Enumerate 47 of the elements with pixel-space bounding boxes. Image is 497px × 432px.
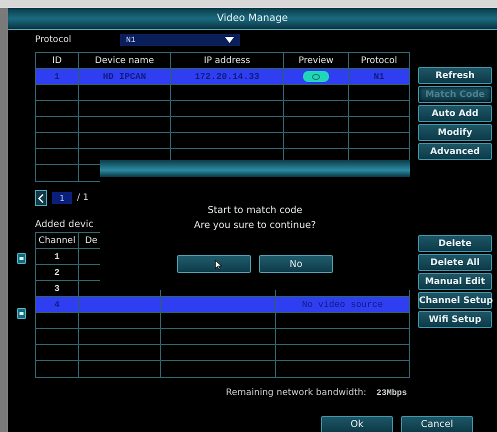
column-header: Device name bbox=[94, 56, 154, 66]
protocol-dropdown[interactable]: N1 bbox=[120, 34, 240, 46]
table-cell: No video source bbox=[302, 300, 383, 310]
no-button[interactable]: No bbox=[259, 255, 333, 273]
table-cell: HD IPCAN bbox=[102, 72, 146, 82]
side-button[interactable]: Wifi Setup bbox=[418, 311, 492, 328]
table-cell: N1 bbox=[374, 72, 384, 82]
page-number[interactable]: 1 bbox=[52, 192, 72, 204]
window-title: Video Manage bbox=[217, 13, 288, 24]
chevron-left-icon bbox=[38, 194, 44, 202]
table-cell: 4 bbox=[54, 300, 60, 310]
table-cell: 172.20.14.33 bbox=[194, 72, 260, 82]
table-cell: 2 bbox=[54, 268, 60, 278]
column-header: Preview bbox=[298, 56, 334, 66]
table-cell: 1 bbox=[54, 72, 60, 82]
previous-page-button[interactable] bbox=[35, 190, 47, 206]
table-cell: 3 bbox=[54, 284, 60, 294]
column-header: De bbox=[85, 236, 98, 246]
footer-button[interactable]: Cancel bbox=[401, 416, 473, 432]
footer-button[interactable]: Ok bbox=[321, 416, 393, 432]
confirm-button[interactable] bbox=[177, 255, 251, 273]
side-button[interactable]: Modify bbox=[418, 124, 492, 141]
column-header: ID bbox=[52, 56, 62, 66]
table-cell: 1 bbox=[54, 252, 60, 262]
side-button[interactable]: Refresh bbox=[418, 67, 492, 84]
dialog-message: Are you sure to continue? bbox=[194, 220, 316, 231]
column-header: IP address bbox=[204, 56, 250, 66]
square-icon[interactable] bbox=[17, 308, 26, 319]
bandwidth-value: 23Mbps bbox=[376, 388, 407, 398]
side-button[interactable]: Auto Add bbox=[418, 105, 492, 122]
eye-icon bbox=[312, 74, 320, 80]
column-header: Protocol bbox=[360, 56, 398, 66]
column-header: Channel bbox=[38, 236, 76, 246]
protocol-label: Protocol bbox=[35, 35, 72, 45]
square-icon[interactable] bbox=[17, 253, 26, 264]
side-button[interactable]: Manual Edit bbox=[418, 273, 492, 290]
side-button[interactable]: Channel Setup bbox=[418, 292, 492, 309]
cursor-icon bbox=[215, 260, 222, 270]
side-button[interactable]: Advanced bbox=[418, 143, 492, 160]
side-button[interactable]: Delete bbox=[418, 235, 492, 252]
preview-button[interactable] bbox=[303, 71, 329, 82]
bandwidth-label: Remaining network bandwidth: bbox=[226, 388, 366, 398]
dialog-message: Start to match code bbox=[208, 205, 302, 216]
caret-icon bbox=[225, 37, 234, 43]
page-total: / 1 bbox=[77, 193, 89, 203]
section-title: Added devic bbox=[35, 219, 94, 232]
side-button[interactable]: Delete All bbox=[418, 254, 492, 271]
